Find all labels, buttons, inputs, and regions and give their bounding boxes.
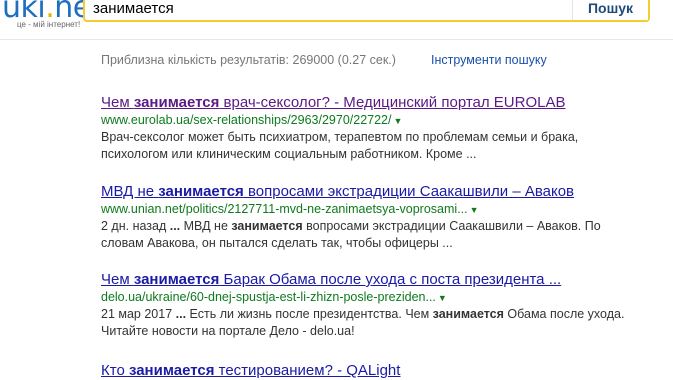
result-title-link[interactable]: Чем занимается Барак Обама после ухода с…	[101, 271, 666, 289]
search-result: Чем занимается врач-сексолог? - Медицинс…	[101, 94, 666, 163]
logo[interactable]: uki.net це - мій інтернет!	[0, 0, 103, 34]
result-url: www.eurolab.ua/sex-relationships/2963/29…	[101, 113, 403, 127]
search-tools-link[interactable]: Інструменти пошуку	[431, 53, 547, 67]
result-title-link[interactable]: Чем занимается врач-сексолог? - Медицинс…	[101, 94, 666, 112]
search-button[interactable]: Пошук	[572, 0, 648, 20]
dropdown-arrow-icon[interactable]: ▼	[393, 116, 402, 126]
result-title-link[interactable]: МВД не занимается вопросами экстрадиции …	[101, 183, 666, 201]
result-snippet: Врач-сексолог может быть психиатром, тер…	[101, 130, 579, 161]
dropdown-arrow-icon[interactable]: ▼	[470, 205, 479, 215]
result-url: www.unian.net/politics/2127711-mvd-ne-za…	[101, 202, 479, 216]
result-url: delo.ua/ukraine/60-dnej-spustja-est-li-z…	[101, 290, 447, 304]
result-snippet: 2 дн. назад ... МВД не занимается вопрос…	[101, 219, 601, 250]
header-divider	[0, 39, 673, 40]
search-result: Чем занимается Барак Обама после ухода с…	[101, 271, 666, 340]
result-title-link[interactable]: Кто занимается тестированием? - QALight	[101, 362, 666, 380]
search-box: Пошук	[83, 0, 650, 22]
result-snippet: 21 мар 2017 ... Есть ли жизнь после през…	[101, 307, 625, 338]
results-stats: Приблизна кількість результатів: 269000 …	[101, 53, 396, 67]
search-result: МВД не занимается вопросами экстрадиции …	[101, 183, 666, 252]
logo-tagline: це - мій інтернет!	[17, 20, 81, 29]
search-input[interactable]	[93, 0, 563, 20]
search-result: Кто занимается тестированием? - QALight	[101, 362, 666, 380]
dropdown-arrow-icon[interactable]: ▼	[438, 293, 447, 303]
